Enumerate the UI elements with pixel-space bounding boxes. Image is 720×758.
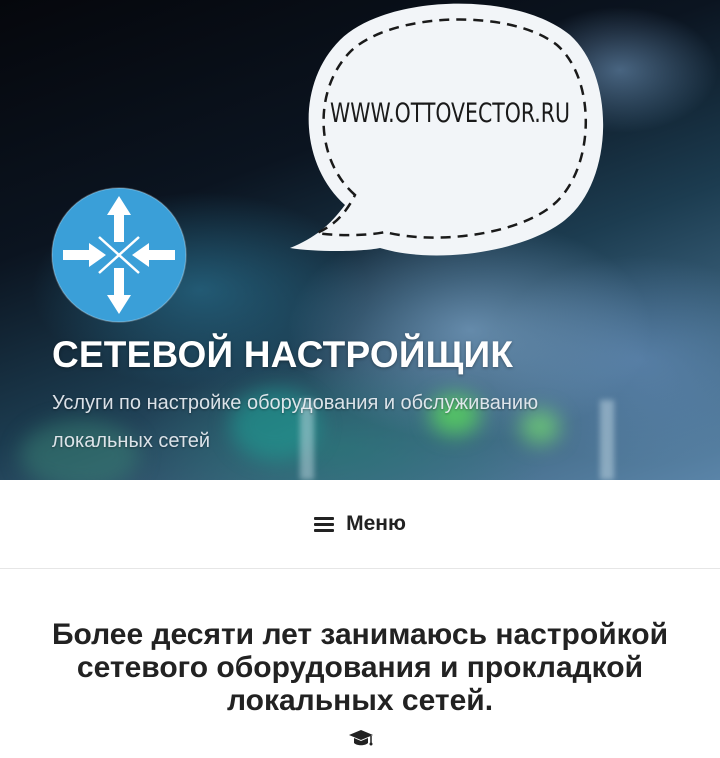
speech-bubble-watermark: WWW.OTTOVECTOR.RU xyxy=(290,3,604,256)
site-header-banner: WWW.OTTOVECTOR.RU СЕТЕВОЙ НАСТРОЙЩИК Усл… xyxy=(0,0,720,480)
intro-heading: Более десяти лет занимаюсь настройкой се… xyxy=(51,618,669,717)
hamburger-icon xyxy=(314,516,335,532)
site-title[interactable]: СЕТЕВОЙ НАСТРОЙЩИК xyxy=(52,334,513,376)
watermark-text: WWW.OTTOVECTOR.RU xyxy=(330,98,570,129)
main-navigation: Меню xyxy=(0,480,720,569)
menu-toggle-button[interactable]: Меню xyxy=(314,512,406,536)
graduation-cap-icon xyxy=(349,730,373,746)
site-tagline: Услуги по настройке оборудования и обслу… xyxy=(52,392,539,452)
menu-label: Меню xyxy=(346,512,406,535)
network-router-icon xyxy=(51,187,187,323)
